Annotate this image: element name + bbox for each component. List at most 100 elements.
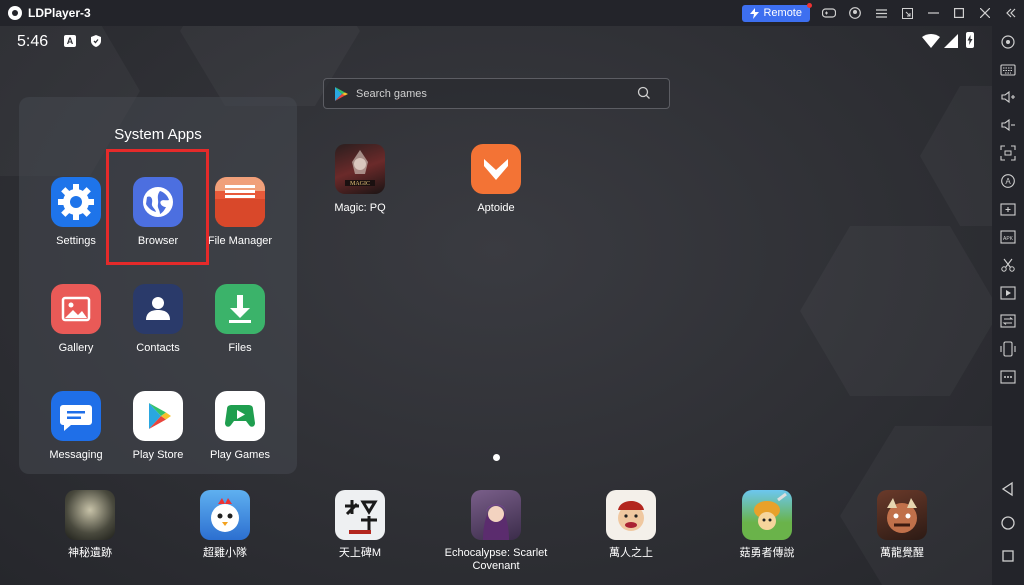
app-label: 萬龍覺醒 xyxy=(880,547,924,559)
app-label: Contacts xyxy=(136,342,180,354)
minimize-icon[interactable] xyxy=(920,0,946,26)
wifi-icon xyxy=(922,34,940,48)
game-icon xyxy=(200,490,250,540)
add-window-icon[interactable] xyxy=(1000,201,1016,217)
scissors-icon[interactable] xyxy=(1000,257,1016,273)
app-label: 萬人之上 xyxy=(609,547,653,559)
aptoide-icon xyxy=(471,144,521,194)
app-label: 超雞小隊 xyxy=(203,547,247,559)
image-icon xyxy=(51,284,101,334)
notification-dot xyxy=(807,2,812,8)
app-play-games[interactable]: Play Games xyxy=(200,391,280,461)
clock: 5:46 xyxy=(17,33,49,50)
app-file-manager[interactable]: File Manager xyxy=(200,177,280,247)
sync-icon[interactable] xyxy=(1000,313,1016,329)
home-icon[interactable] xyxy=(1000,515,1016,531)
shake-icon[interactable] xyxy=(1000,341,1016,357)
search-icon[interactable] xyxy=(637,86,651,100)
volume-down-icon[interactable] xyxy=(1000,117,1016,133)
background-hexagon xyxy=(920,86,992,226)
folder-title: System Apps xyxy=(114,126,202,143)
more-icon[interactable] xyxy=(1000,369,1016,385)
app-messaging[interactable]: Messaging xyxy=(36,391,116,461)
app-label: Aptoide xyxy=(477,202,515,214)
app-label: 天上碑M xyxy=(338,547,382,559)
menu-icon[interactable] xyxy=(868,0,894,26)
apk-install-icon[interactable]: APK xyxy=(1000,229,1016,245)
app-settings[interactable]: Settings xyxy=(36,177,116,247)
macro-icon[interactable]: A xyxy=(1000,173,1016,189)
play-games-icon xyxy=(215,391,265,441)
popout-icon[interactable] xyxy=(894,0,920,26)
magic-pq-icon: MAGIC xyxy=(335,144,385,194)
gamepad-icon[interactable] xyxy=(816,0,842,26)
remote-label: Remote xyxy=(763,7,802,19)
app-label: Gallery xyxy=(58,342,94,354)
volume-up-icon[interactable] xyxy=(1000,89,1016,105)
svg-text:A: A xyxy=(1005,177,1011,186)
game-icon xyxy=(742,490,792,540)
svg-text:MAGIC: MAGIC xyxy=(350,181,370,187)
collapse-icon[interactable] xyxy=(998,0,1024,26)
browser-highlight-box xyxy=(106,149,209,265)
keyboard-a-icon: A xyxy=(64,35,76,47)
remote-button[interactable]: Remote xyxy=(742,2,812,22)
app-label: Files xyxy=(228,342,252,354)
dock-app-2[interactable]: 超雞小隊 xyxy=(165,490,285,560)
dock-app-5[interactable]: 萬人之上 xyxy=(571,490,691,560)
recents-icon[interactable] xyxy=(1000,548,1016,564)
app-label: 神秘遺跡 xyxy=(68,547,112,559)
app-label: Messaging xyxy=(49,449,103,461)
app-label: 菇勇者傳說 xyxy=(739,547,795,559)
game-icon xyxy=(606,490,656,540)
dock-app-4[interactable]: Echocalypse: Scarlet Covenant xyxy=(436,490,556,573)
gear-icon xyxy=(51,177,101,227)
app-label: Play Store xyxy=(132,449,184,461)
account-icon[interactable] xyxy=(842,0,868,26)
app-contacts[interactable]: Contacts xyxy=(118,284,198,354)
svg-text:APK: APK xyxy=(1003,236,1014,242)
dock-app-1[interactable]: 神秘遺跡 xyxy=(30,490,150,560)
person-icon xyxy=(133,284,183,334)
app-label: Play Games xyxy=(210,449,270,461)
game-icon xyxy=(877,490,927,540)
app-gallery[interactable]: Gallery xyxy=(36,284,116,354)
search-placeholder: Search games xyxy=(356,88,427,100)
back-icon[interactable] xyxy=(1000,481,1016,497)
play-store-icon xyxy=(133,391,183,441)
app-label: Settings xyxy=(56,235,96,247)
maximize-icon[interactable] xyxy=(946,0,972,26)
google-play-icon xyxy=(335,87,348,101)
record-video-icon[interactable] xyxy=(1000,285,1016,301)
lightning-icon xyxy=(750,7,760,19)
close-icon[interactable] xyxy=(972,0,998,26)
app-magic-pq[interactable]: MAGIC Magic: PQ xyxy=(300,144,420,214)
page-indicator xyxy=(493,454,500,461)
ldplayer-logo xyxy=(8,6,22,20)
dock-app-7[interactable]: 萬龍覺醒 xyxy=(842,490,962,560)
app-label: File Manager xyxy=(207,235,273,247)
app-files[interactable]: Files xyxy=(200,284,280,354)
tool-sidebar: A APK xyxy=(992,26,1024,585)
app-label: Magic: PQ xyxy=(334,202,386,214)
shield-icon xyxy=(91,35,101,47)
status-bar: 5:46 A xyxy=(0,26,992,56)
signal-icon xyxy=(944,34,958,48)
download-icon xyxy=(215,284,265,334)
title-bar: LDPlayer-3 Remote xyxy=(0,0,1024,26)
app-aptoide[interactable]: Aptoide xyxy=(436,144,556,214)
android-home-screen: 5:46 A Search games System Apps Settings xyxy=(0,26,992,585)
app-label: Echocalypse: Scarlet Covenant xyxy=(444,547,548,572)
app-play-store[interactable]: Play Store xyxy=(118,391,198,461)
fullscreen-icon[interactable] xyxy=(1000,145,1016,161)
keyboard-icon[interactable] xyxy=(1000,62,1016,78)
window-title: LDPlayer-3 xyxy=(28,6,91,20)
settings-icon[interactable] xyxy=(1000,34,1016,50)
dock-app-3[interactable]: 天上碑M xyxy=(300,490,420,560)
dock-app-6[interactable]: 菇勇者傳說 xyxy=(707,490,827,560)
game-icon xyxy=(471,490,521,540)
search-games-bar[interactable]: Search games xyxy=(323,78,670,109)
battery-icon xyxy=(966,32,974,48)
message-icon xyxy=(51,391,101,441)
game-icon xyxy=(335,490,385,540)
